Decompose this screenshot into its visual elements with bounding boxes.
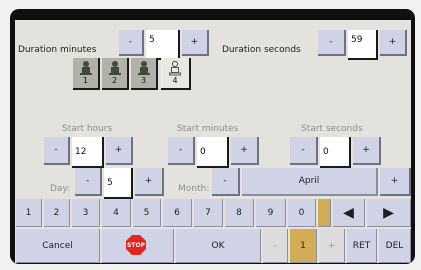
pump-number: 3 [140, 76, 147, 85]
month-plus-button[interactable]: + [380, 168, 411, 196]
day-minus-button[interactable]: - [75, 168, 102, 196]
start-minutes-input[interactable]: 0 [197, 137, 229, 168]
left-arrow-button[interactable]: ◀ [333, 199, 365, 227]
month-label: Month: [178, 184, 210, 194]
day-input[interactable]: 5 [104, 168, 133, 199]
start-minutes-plus-button[interactable]: + [231, 137, 259, 165]
pump-number: 1 [82, 76, 89, 85]
del-button[interactable]: DEL [379, 229, 411, 263]
start-seconds-input[interactable]: 0 [320, 137, 351, 168]
cancel-button[interactable]: Cancel [16, 229, 100, 263]
right-arrow-button[interactable]: ▶ [367, 199, 411, 227]
stepper-value: 1 [290, 229, 317, 263]
duration-minutes-plus-button[interactable]: + [182, 30, 209, 56]
start-hours-plus-button[interactable]: + [106, 137, 133, 165]
pump-3-toggle[interactable]: 3 [131, 58, 158, 90]
key-4[interactable]: 4 [102, 199, 131, 227]
duration-minutes-label: Duration minutes [18, 45, 97, 55]
day-plus-button[interactable]: + [135, 168, 164, 196]
key-0[interactable]: 0 [288, 199, 316, 227]
start-hours-minus-button[interactable]: - [44, 137, 70, 165]
stepper-plus-button[interactable]: + [319, 229, 345, 263]
key-2[interactable]: 2 [44, 199, 70, 227]
pump-outline-icon [169, 60, 181, 76]
key-8[interactable]: 8 [225, 199, 254, 227]
pump-icon [79, 61, 92, 75]
duration-seconds-plus-button[interactable]: + [380, 30, 407, 56]
start-minutes-label: Start minutes [177, 124, 239, 134]
start-hours-label: Start hours [62, 124, 113, 134]
start-minutes-minus-button[interactable]: - [168, 137, 195, 165]
duration-seconds-minus-button[interactable]: - [318, 30, 346, 56]
key-9[interactable]: 9 [256, 199, 286, 227]
start-seconds-label: Start seconds [301, 124, 363, 134]
month-minus-button[interactable]: - [212, 168, 240, 196]
key-7[interactable]: 7 [194, 199, 223, 227]
duration-seconds-input[interactable]: 59 [348, 30, 378, 60]
stop-button[interactable]: STOP [102, 229, 174, 263]
stepper-minus-button[interactable]: - [263, 229, 288, 263]
ok-button[interactable]: OK [176, 229, 261, 263]
duration-minutes-input[interactable]: 5 [146, 30, 180, 60]
key-1[interactable]: 1 [16, 199, 42, 227]
month-value-display[interactable]: April [242, 168, 378, 196]
cancel-label: Cancel [42, 240, 73, 251]
duration-seconds-label: Duration seconds [222, 45, 301, 55]
pump-icon [108, 61, 121, 75]
key-3[interactable]: 3 [72, 199, 100, 227]
stop-sign-icon: STOP [126, 235, 146, 255]
pump-4-toggle[interactable]: 4 [161, 58, 191, 90]
pump-icon [137, 61, 150, 75]
touch-screen: Duration minutes - 5 + Duration seconds … [15, 20, 411, 263]
duration-minutes-minus-button[interactable]: - [119, 30, 144, 56]
stop-sign-text: STOP [127, 241, 145, 249]
pump-number: 4 [172, 76, 178, 85]
cursor-marker [318, 199, 331, 227]
pump-2-toggle[interactable]: 2 [102, 58, 129, 90]
pump-1-toggle[interactable]: 1 [73, 58, 100, 90]
day-label: Day: [50, 184, 71, 194]
start-seconds-plus-button[interactable]: + [353, 137, 381, 165]
start-hours-input[interactable]: 12 [72, 137, 104, 168]
key-6[interactable]: 6 [163, 199, 192, 227]
ret-button[interactable]: RET [347, 229, 377, 263]
pump-number: 2 [111, 76, 118, 85]
key-5[interactable]: 5 [133, 199, 161, 227]
ok-label: OK [211, 240, 225, 251]
start-seconds-minus-button[interactable]: - [290, 137, 318, 165]
